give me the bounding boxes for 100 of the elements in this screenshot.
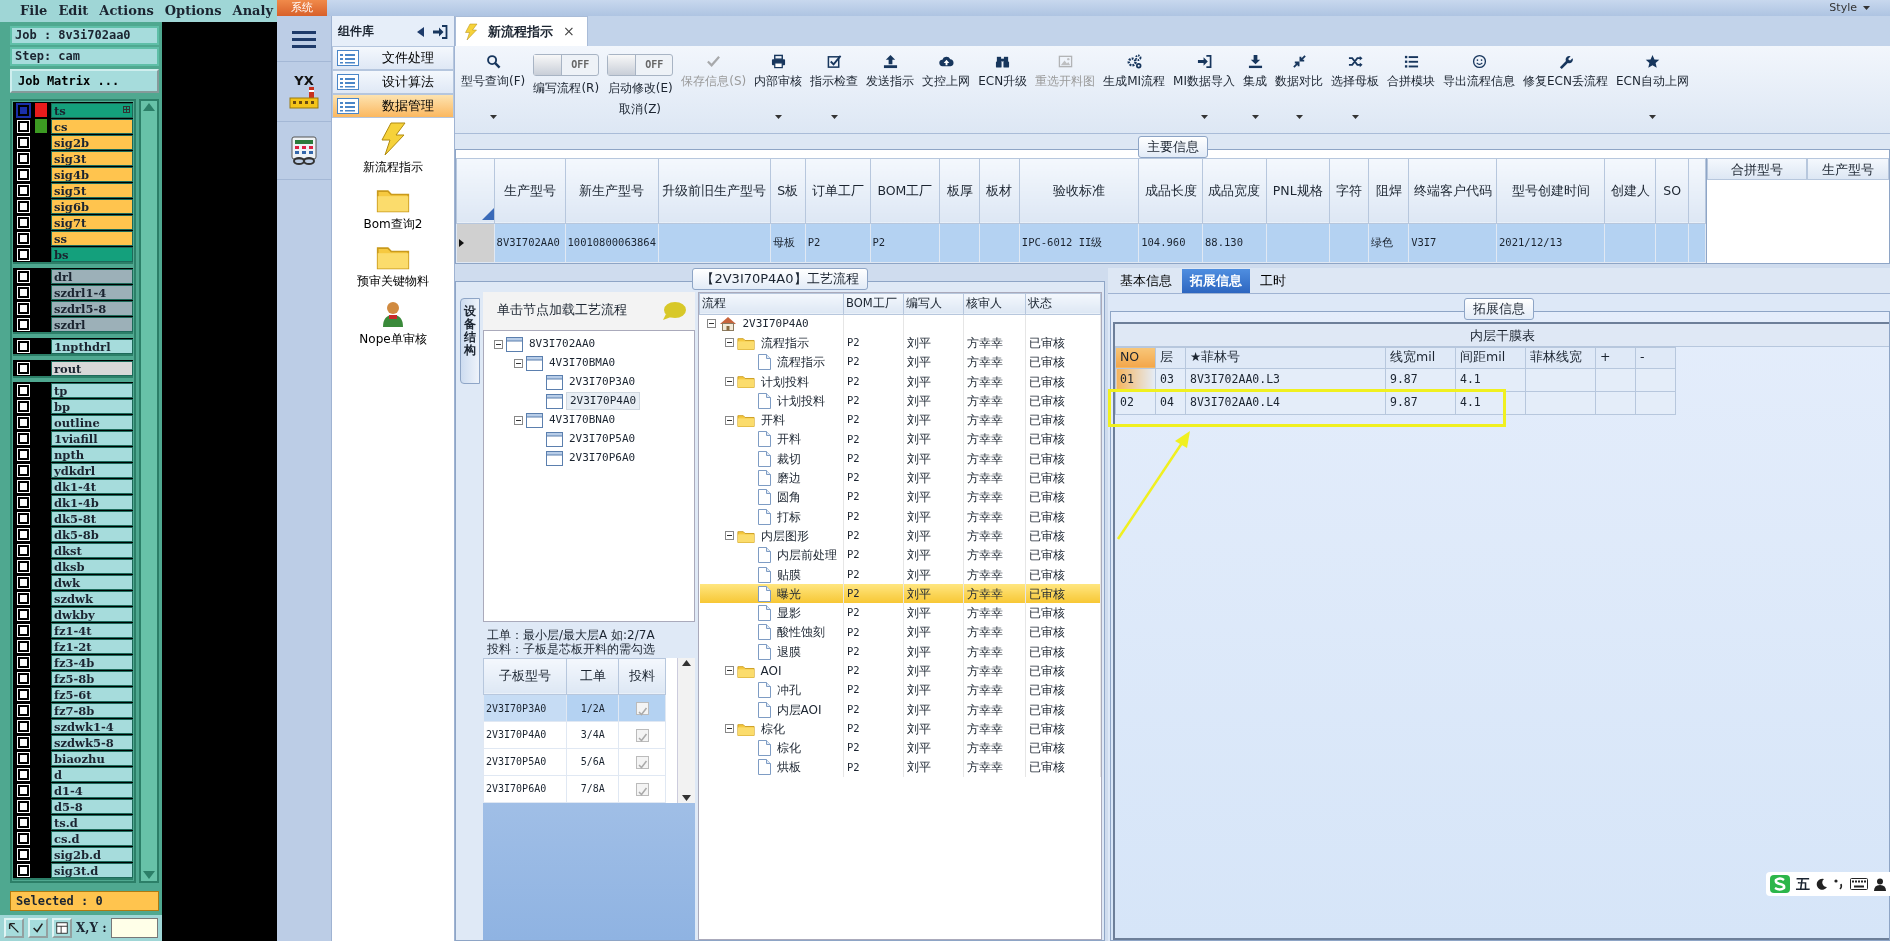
vertical-tab[interactable]: 设备结构 [460, 297, 480, 384]
tree-row[interactable]: 流程指示 P2 刘平 方幸幸 已审核 [699, 352, 1101, 372]
toolbar-button[interactable]: 导出流程信息 [1439, 50, 1519, 122]
tree-node[interactable]: 2V3I70P6A0 [566, 449, 639, 467]
column-header[interactable]: SO [1655, 158, 1689, 224]
column-header[interactable]: 新生产型号 [565, 158, 659, 224]
layer-checkbox[interactable] [18, 832, 29, 844]
layer-name[interactable]: sig2b [51, 134, 133, 150]
layer-checkbox[interactable] [18, 864, 29, 876]
layer-name[interactable]: szdwk [51, 590, 133, 606]
toolbar-button[interactable]: 合拼模块 [1383, 50, 1439, 122]
layer-checkbox[interactable] [18, 136, 29, 148]
table-row[interactable]: 2V3I70P4A0 3/4A [483, 721, 666, 749]
layer-checkbox[interactable] [18, 752, 29, 764]
column-header[interactable]: ★菲林号 [1185, 347, 1386, 368]
column-header[interactable]: + [1595, 347, 1636, 368]
toolbar-button[interactable]: 型号查询(F) [457, 50, 530, 122]
layer-name[interactable]: dwk [51, 574, 133, 590]
layer-checkbox[interactable] [18, 704, 29, 716]
tree-node[interactable]: 2V3I70P3A0 [566, 373, 639, 391]
layer-name[interactable]: sig4b [51, 166, 133, 182]
table-row[interactable]: 2V3I70P5A0 5/6A [483, 748, 666, 776]
layer-checkbox[interactable] [18, 544, 29, 556]
column-header[interactable]: 成品宽度 [1202, 158, 1267, 224]
toggle-switch[interactable]: OFF [607, 54, 674, 76]
column-header[interactable]: 成品长度 [1138, 158, 1203, 224]
toolbar-button[interactable] [28, 918, 48, 938]
toolbar-button[interactable]: 选择母板 [1327, 50, 1383, 122]
column-header[interactable]: BOM工厂 [870, 158, 940, 224]
column-header[interactable]: - [1635, 347, 1676, 368]
tree-row[interactable]: 酸性蚀刻 P2 刘平 方幸幸 已审核 [699, 622, 1101, 643]
column-header[interactable]: 层 [1155, 347, 1186, 368]
layer-name[interactable]: sig2b.d [51, 846, 133, 862]
column-header[interactable]: 间距mil [1455, 347, 1526, 368]
column-header[interactable]: 投料 [618, 658, 666, 695]
layer-name[interactable]: dk1-4t [51, 478, 133, 494]
table-row[interactable]: 01 03 8V3I702AA0.L3 9.87 4.1 [1115, 368, 1676, 391]
layer-checkbox[interactable] [18, 120, 29, 132]
toolbar-button[interactable] [52, 918, 72, 938]
layer-checkbox[interactable] [18, 800, 29, 812]
column-header[interactable]: 编写人 [903, 293, 964, 314]
column-header[interactable]: 终端客户代码 [1408, 158, 1497, 224]
menu-item[interactable]: Options [164, 1, 222, 21]
tree-row[interactable]: 打标 P2 刘平 方幸幸 已审核 [699, 506, 1101, 527]
document-tab[interactable]: 新流程指示 × [455, 16, 588, 46]
column-header[interactable]: 创建人 [1605, 158, 1656, 224]
layer-name[interactable]: szdwk5-8 [51, 734, 133, 750]
tree-row[interactable]: 烘板 P2 刘平 方幸幸 已审核 [699, 757, 1101, 778]
column-header[interactable]: 生产型号 [1807, 157, 1889, 180]
menu-item[interactable]: File [20, 1, 48, 21]
layer-name[interactable]: fz5-6t [51, 686, 133, 702]
tree-node[interactable]: 4V3I70BMA0 [546, 354, 619, 372]
table-row[interactable]: 02 04 8V3I702AA0.L4 9.87 4.1 [1115, 391, 1676, 414]
column-header[interactable]: 板材 [979, 158, 1020, 224]
layer-checkbox[interactable] [18, 362, 29, 374]
toolbar-button[interactable]: 发送指示 [862, 50, 919, 122]
layer-checkbox[interactable] [18, 200, 29, 212]
layer-name[interactable]: 1viafill [51, 430, 133, 446]
layer-name[interactable]: 1npthdrl [51, 338, 133, 354]
layer-name[interactable]: sig3t [51, 150, 133, 166]
table-row[interactable]: 8V3I702AA0 10010800063864 母板 P2 P2 IPC-6012 II级 104.960 88.130 绿色 V3I7 2021/12/13 [456, 223, 1706, 263]
layer-checkbox[interactable] [18, 416, 29, 428]
layer-checkbox[interactable] [18, 432, 29, 444]
column-header[interactable]: 升级前旧生产型号 [658, 158, 771, 224]
tree-row[interactable]: 圆角 P2 刘平 方幸幸 已审核 [699, 487, 1101, 507]
menu-item[interactable]: Analy [232, 1, 273, 21]
checkbox[interactable] [635, 755, 649, 769]
tab[interactable]: 基本信息 [1112, 269, 1180, 293]
panel-group-button[interactable]: 数据管理 [332, 94, 454, 118]
layer-name[interactable]: ts [51, 102, 133, 118]
layer-name[interactable]: d [51, 766, 133, 782]
ime-toolbar[interactable]: 五 [1766, 872, 1890, 896]
column-header[interactable]: 状态 [1025, 293, 1101, 314]
layer-checkbox[interactable] [18, 232, 29, 244]
toolbar-button[interactable]: 指示检查 [806, 50, 863, 122]
checkbox[interactable] [635, 728, 649, 742]
tree-row[interactable]: AOI P2 刘平 方幸幸 已审核 [699, 661, 1101, 681]
toolbar-button[interactable]: 数据对比 [1271, 50, 1327, 122]
column-header[interactable]: PNL规格 [1266, 158, 1330, 224]
checkbox[interactable] [635, 782, 649, 796]
tree-row[interactable]: 计划投料 P2 刘平 方幸幸 已审核 [699, 371, 1101, 392]
component-item[interactable]: 新流程指示 [332, 118, 454, 182]
job-matrix-button[interactable]: Job Matrix ... [10, 69, 159, 93]
layer-name[interactable]: d1-4 [51, 782, 133, 798]
layer-name[interactable]: drl [51, 268, 133, 284]
layer-name[interactable]: rout [51, 360, 133, 376]
toolbar-label[interactable]: 取消(Z) [619, 100, 662, 118]
tree-node[interactable]: 2V3I70P5A0 [566, 430, 639, 448]
column-header[interactable]: 板厚 [939, 158, 980, 224]
tree-row[interactable]: 开料 P2 刘平 方幸幸 已审核 [699, 429, 1101, 450]
tree-row[interactable]: 曝光 P2 刘平 方幸幸 已审核 [699, 584, 1101, 604]
tree-row[interactable]: 计划投料 P2 刘平 方幸幸 已审核 [699, 391, 1101, 411]
layer-checkbox[interactable] [18, 270, 29, 282]
coordinates-field[interactable] [110, 918, 158, 938]
layer-name[interactable]: ts.d [51, 814, 133, 830]
layer-checkbox[interactable] [18, 576, 29, 588]
layer-name[interactable]: cs.d [51, 830, 133, 846]
layer-checkbox[interactable] [18, 688, 29, 700]
layer-name[interactable]: dwkby [51, 606, 133, 622]
layer-name[interactable]: sig5t [51, 182, 133, 198]
